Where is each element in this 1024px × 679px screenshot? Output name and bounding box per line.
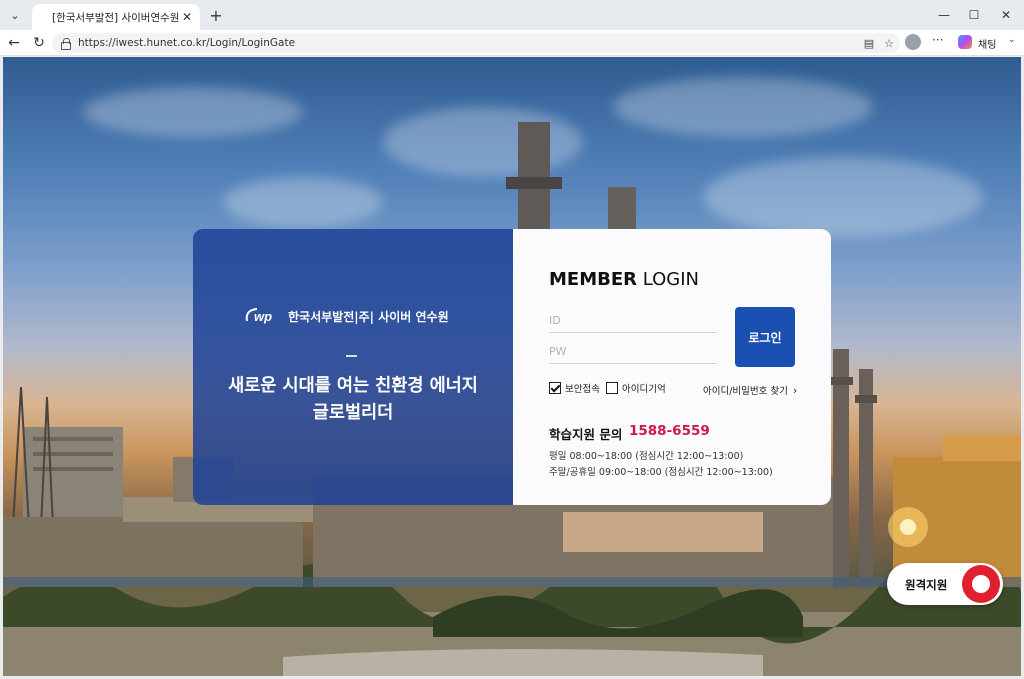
lock-icon [60,38,71,50]
id-input[interactable] [549,309,717,333]
weekend-hours: 주말/공휴일 09:00~18:00 (점심시간 12:00~13:00) [549,467,773,478]
url-text: https://iwest.hunet.co.kr/Login/LoginGat… [78,37,296,49]
back-icon[interactable]: ← [4,33,24,53]
login-title: MEMBER LOGIN [549,269,699,290]
page-background: wp 한국서부발전|주| 사이버 연수원 새로운 시대를 여는 친환경 에너지 … [3,57,1021,676]
address-bar[interactable]: https://iwest.hunet.co.kr/Login/LoginGat… [52,33,900,53]
profile-avatar[interactable] [905,34,921,50]
login-panel: MEMBER LOGIN 로그인 보안접속 아이디기억 아이디/비밀번호 찾기 … [513,229,831,505]
remember-id-checkbox[interactable] [606,382,618,394]
secure-login-label[interactable]: 보안접속 [565,381,600,395]
more-options-icon[interactable]: ··· [932,33,943,47]
slogan-line-2: 글로벌리더 [312,403,394,423]
login-button[interactable]: 로그인 [735,307,795,367]
secure-login-option[interactable]: 보안접속 [549,381,600,395]
browser-toolbar: ← ↻ https://iwest.hunet.co.kr/Login/Logi… [0,30,1024,56]
logo: wp 한국서부발전|주| 사이버 연수원 [243,306,449,326]
minimize-icon[interactable]: — [932,5,956,25]
remote-support-label[interactable]: 원격지원 [905,577,947,593]
reader-mode-icon[interactable]: ▤ [862,36,876,50]
divider [346,355,357,357]
copilot-icon[interactable] [958,35,972,49]
slogan-line-1: 새로운 시대를 여는 친환경 에너지 [228,376,478,396]
remember-id-label[interactable]: 아이디기억 [622,381,666,395]
remote-support-icon[interactable] [962,565,1000,603]
support-title: 학습지원 문의 [549,427,623,442]
close-window-icon[interactable]: ✕ [994,5,1018,25]
remote-support-button[interactable]: 원격지원 [887,563,1003,605]
weekday-hours: 평일 08:00~18:00 (점심시간 12:00~13:00) [549,451,744,462]
copilot-label[interactable]: 채팅 [978,36,996,51]
logo-mark-icon: wp [245,308,272,324]
find-account-link[interactable]: 아이디/비밀번호 찾기 › [703,383,797,397]
browser-tab-bar: ⌄ [한국서부발전] 사이버연수원에 오 ✕ + — ☐ ✕ [0,0,1024,30]
favorite-star-icon[interactable]: ☆ [882,36,896,50]
slogan: 새로운 시대를 여는 친환경 에너지 글로벌리더 [193,373,513,427]
refresh-icon[interactable]: ↻ [29,33,49,53]
remember-id-option[interactable]: 아이디기억 [606,381,666,395]
new-tab-icon[interactable]: + [206,5,226,25]
org-name: 한국서부발전|주| 사이버 연수원 [288,309,449,324]
brand-panel: wp 한국서부발전|주| 사이버 연수원 새로운 시대를 여는 친환경 에너지 … [193,229,513,505]
find-account-label[interactable]: 아이디/비밀번호 찾기 [703,386,788,397]
browser-tab[interactable]: [한국서부발전] 사이버연수원에 오 ✕ [32,4,200,30]
logo-mark-text: wp [254,309,272,324]
maximize-icon[interactable]: ☐ [962,5,986,25]
close-tab-icon[interactable]: ✕ [180,10,194,24]
tab-actions-icon[interactable]: ⌄ [4,5,26,25]
password-input[interactable] [549,340,717,364]
login-title-rest: LOGIN [637,269,699,290]
tab-title: [한국서부발전] 사이버연수원에 오 [52,11,180,24]
chevron-down-icon[interactable]: ⌄ [1008,35,1016,45]
login-card: wp 한국서부발전|주| 사이버 연수원 새로운 시대를 여는 친환경 에너지 … [193,229,831,505]
support-phone: 1588-6559 [629,423,710,439]
chevron-right-icon: › [792,384,798,397]
login-title-bold: MEMBER [549,269,637,290]
secure-login-checkbox[interactable] [549,382,561,394]
